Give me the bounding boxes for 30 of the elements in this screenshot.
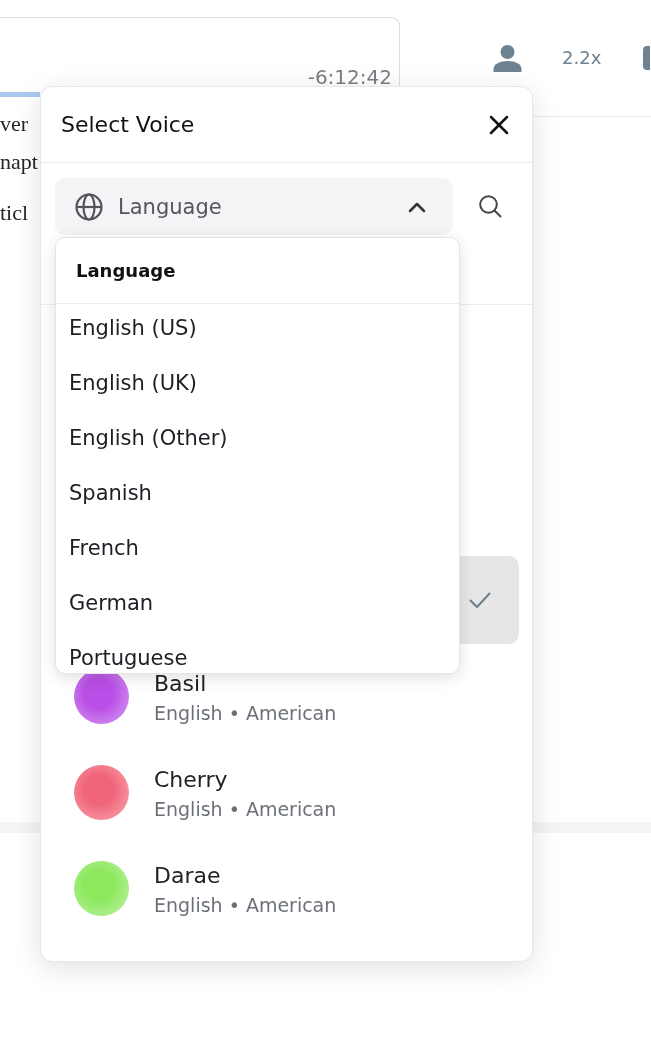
voice-details: English • American [154,894,337,916]
language-dropdown[interactable]: Language [55,178,453,235]
document-text: ticl [0,199,29,227]
close-button[interactable] [489,114,509,135]
search-button[interactable] [478,194,502,218]
voice-name: Darae [154,866,221,886]
voice-name: Basil [154,674,207,694]
voice-details: English • American [154,798,337,820]
dialog-title: Select Voice [61,110,195,139]
person-icon[interactable] [493,44,522,72]
voice-row[interactable]: Darae English • American [55,844,519,932]
language-option[interactable]: English (UK) [69,368,446,398]
voice-row[interactable]: Cherry English • American [55,748,519,836]
voice-details: English • American [154,702,337,724]
speed-button[interactable]: 2.2x [562,47,602,69]
search-icon [478,194,502,218]
caret-up-icon [407,200,427,213]
voice-name: Cherry [154,770,228,790]
language-option[interactable]: German [69,588,446,618]
language-option[interactable]: Portuguese [69,643,446,673]
language-option[interactable]: English (US) [69,313,446,343]
language-option[interactable]: Spanish [69,478,446,508]
language-option[interactable]: English (Other) [69,423,446,453]
menu-title: Language [76,258,176,283]
document-text: ver [0,110,29,138]
language-option[interactable]: French [69,533,446,563]
close-icon [489,114,509,135]
globe-icon [75,192,103,221]
document-text: napt [0,148,38,176]
time-remaining: -6:12:42 [307,65,392,89]
